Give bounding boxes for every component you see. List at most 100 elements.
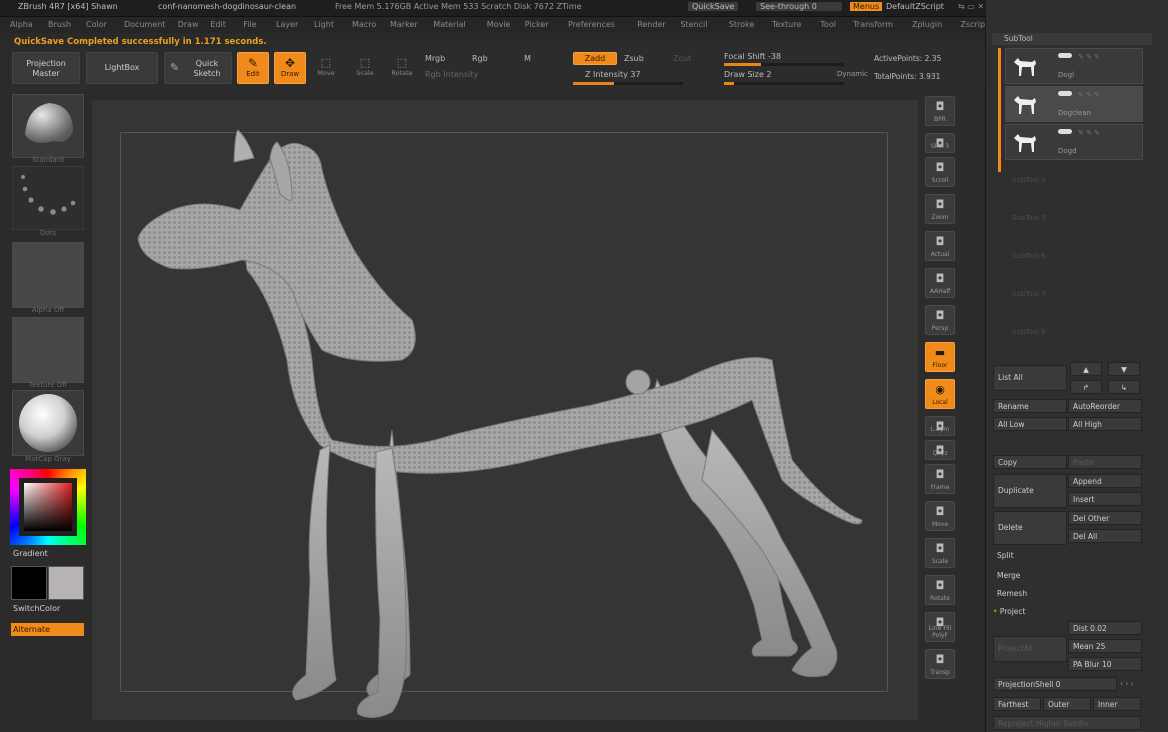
shell-options-icon[interactable]: ‹ › › [1120,679,1134,688]
menu-transform[interactable]: Transform [853,20,893,29]
canvas-viewport[interactable] [92,100,918,720]
del-other-button[interactable]: Del Other [1068,511,1142,525]
subtool-item[interactable]: ✎ ✎ ✎ Dogl [1005,48,1143,84]
menu-stencil[interactable]: Stencil [680,20,707,29]
project-section[interactable]: • Project [993,607,1026,616]
menu-tool[interactable]: Tool [820,20,836,29]
move-mode-button[interactable]: ⬚ Move [311,52,341,84]
shelf-button-transp[interactable]: ◘ Transp [925,649,955,679]
dog-model[interactable] [92,100,918,720]
alternate-button[interactable]: Alternate [11,623,84,636]
rgb-button[interactable]: Rgb [472,54,488,63]
shelf-button-bpr[interactable]: ◘ BPR [925,96,955,126]
rotate-mode-button[interactable]: ⬚ Rotate [387,52,417,84]
menu-alpha[interactable]: Alpha [10,20,33,29]
visibility-toggle[interactable] [1058,53,1072,58]
zsub-button[interactable]: Zsub [624,54,644,63]
shelf-button-frame[interactable]: ◘ Frame [925,464,955,494]
rgb-intensity-slider[interactable]: Rgb Intensity [425,70,478,79]
all-high-button[interactable]: All High [1068,417,1142,431]
brush-selector[interactable] [12,94,84,158]
shelf-button-rotate[interactable]: ◘ Rotate [925,575,955,605]
shelf-button-zoom[interactable]: ◘ Zoom [925,194,955,224]
edit-button[interactable]: ✎ Edit [237,52,269,84]
subtool-header[interactable]: SubTool [992,33,1152,45]
menu-render[interactable]: Render [637,20,665,29]
dist-slider[interactable]: Dist 0.02 [1068,621,1142,635]
menu-draw[interactable]: Draw [178,20,199,29]
split-section[interactable]: Split [997,551,1014,560]
projection-master-button[interactable]: Projection Master [12,52,80,84]
lightbox-button[interactable]: LightBox [86,52,158,84]
menu-layer[interactable]: Layer [276,20,298,29]
list-all-button[interactable]: List All [993,365,1067,391]
shelf-button-qxyz[interactable]: ◘ Qxyz [925,440,955,460]
insert-button[interactable]: Insert [1068,492,1142,506]
quicksave-button[interactable]: QuickSave [688,2,739,11]
menus-button[interactable]: Menus [850,2,883,11]
menu-marker[interactable]: Marker [390,20,418,29]
draw-size-slider[interactable]: Draw Size 2 [724,70,772,79]
gradient-button[interactable]: Gradient [13,549,48,558]
menu-color[interactable]: Color [86,20,107,29]
menu-brush[interactable]: Brush [48,20,71,29]
focal-shift-slider[interactable]: Focal Shift -38 [724,52,781,61]
visibility-toggle[interactable] [1058,91,1072,96]
quick-sketch-button[interactable]: ✎ Quick Sketch [164,52,232,84]
move-up-button[interactable]: ▲ [1070,362,1102,376]
subtool-options-icons[interactable]: ✎ ✎ ✎ [1078,53,1100,61]
color-picker[interactable] [10,469,86,545]
menu-light[interactable]: Light [314,20,334,29]
duplicate-button[interactable]: Duplicate [993,474,1067,508]
pa-blur-slider[interactable]: PA Blur 10 [1068,657,1142,671]
stroke-selector[interactable] [12,166,84,230]
menu-stroke[interactable]: Stroke [729,20,755,29]
main-color-swatch[interactable] [11,566,47,600]
see-through-slider[interactable]: See-through 0 [756,2,842,11]
menu-document[interactable]: Document [124,20,165,29]
menu-material[interactable]: Material [433,20,466,29]
draw-button[interactable]: ✥ Draw [274,52,306,84]
insert-below-button[interactable]: ↳ [1108,380,1140,394]
shelf-button-line-fill-polyf[interactable]: ◘ Line Fill PolyF [925,612,955,642]
paste-button[interactable]: Paste [1068,455,1142,469]
material-selector[interactable] [12,390,84,456]
shelf-button-scroll[interactable]: ◘ Scroll [925,157,955,187]
alpha-selector[interactable] [12,242,84,308]
subtool-scrollbar[interactable] [998,48,1001,172]
mrgb-button[interactable]: Mrgb [425,54,445,63]
menu-macro[interactable]: Macro [352,20,376,29]
append-button[interactable]: Append [1068,474,1142,488]
m-button[interactable]: M [524,54,531,63]
reproject-button[interactable]: Reproject Higher Subdiv [993,716,1141,730]
move-down-button[interactable]: ▼ [1108,362,1140,376]
delete-button[interactable]: Delete [993,511,1067,545]
shelf-button-aahalf[interactable]: ◘ AAHalf [925,268,955,298]
merge-section[interactable]: Merge [997,571,1020,580]
menu-preferences[interactable]: Preferences [568,20,615,29]
zadd-button[interactable]: Zadd [573,52,617,65]
menu-movie[interactable]: Movie [487,20,511,29]
subtool-item[interactable]: ✎ ✎ ✎ Dogclean [1005,86,1143,122]
shelf-button-floor[interactable]: ▬ Floor [925,342,955,372]
scale-mode-button[interactable]: ⬚ Scale [350,52,380,84]
rename-button[interactable]: Rename [993,399,1067,413]
del-all-button[interactable]: Del All [1068,529,1142,543]
shelf-button-l-sym[interactable]: ◘ L.Sym [925,416,955,436]
shelf-button-local[interactable]: ◉ Local [925,379,955,409]
texture-selector[interactable] [12,317,84,383]
shelf-button-persp[interactable]: ◘ Persp [925,305,955,335]
menu-picker[interactable]: Picker [525,20,549,29]
inner-button[interactable]: Inner [1093,697,1141,711]
remesh-section[interactable]: Remesh [997,589,1027,598]
subtool-item[interactable]: ✎ ✎ ✎ Dogd [1005,124,1143,160]
dynamic-button[interactable]: Dynamic [837,70,868,78]
subtool-options-icons[interactable]: ✎ ✎ ✎ [1078,91,1100,99]
secondary-color-swatch[interactable] [48,566,84,600]
outer-button[interactable]: Outer [1043,697,1091,711]
menu-edit[interactable]: Edit [210,20,226,29]
window-controls[interactable]: ⇆ ▭ ✕ [958,2,984,11]
autoreorder-button[interactable]: AutoReorder [1068,399,1142,413]
color-square[interactable] [24,483,72,531]
project-all-button[interactable]: ProjectAll [993,636,1067,662]
